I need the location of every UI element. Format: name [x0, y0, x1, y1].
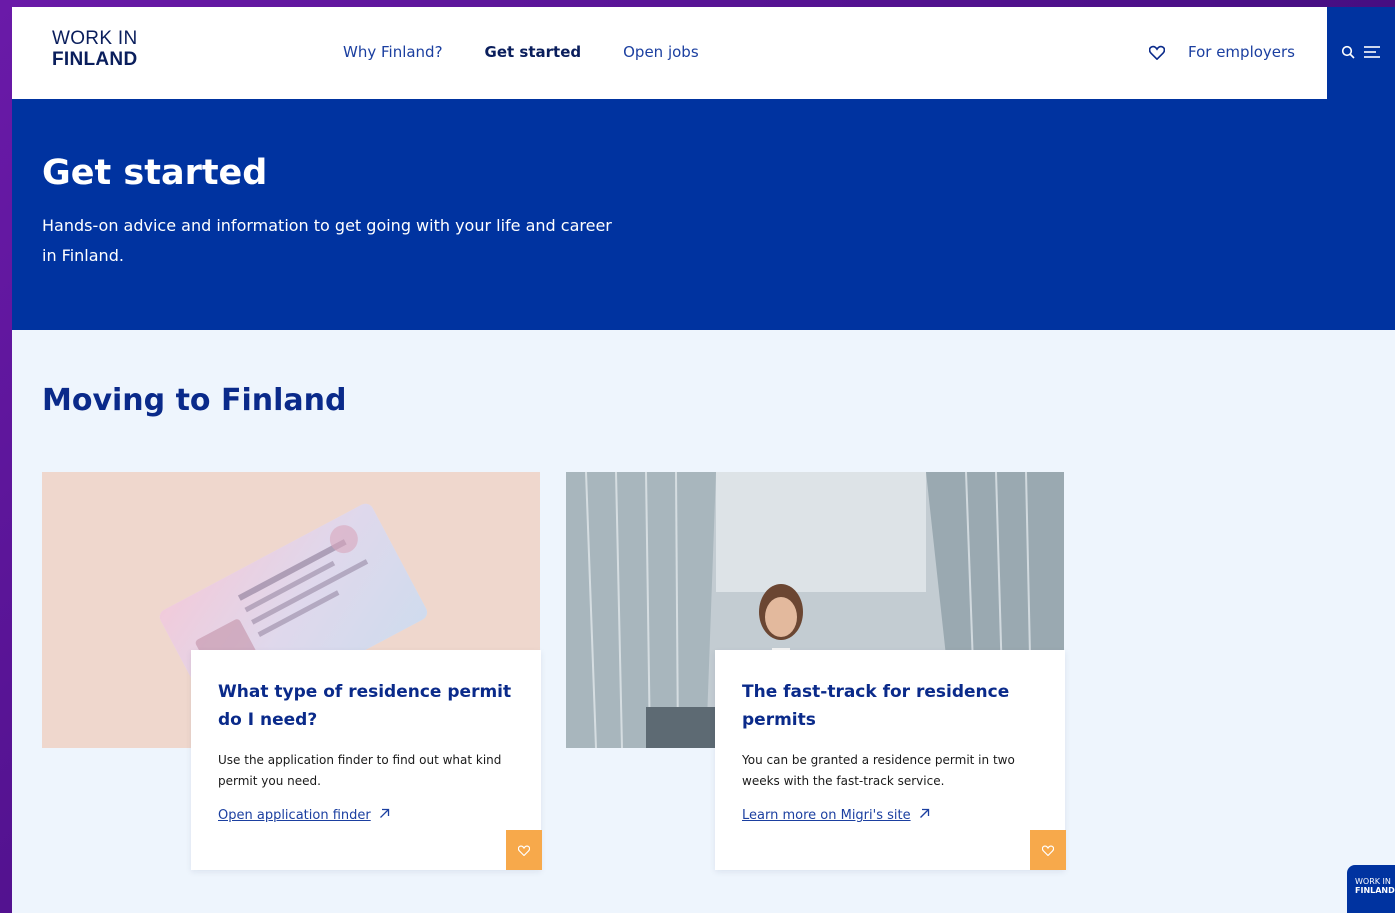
link-label: Open application finder	[218, 808, 371, 823]
residence-permit-card: What type of residence permit do I need?…	[191, 650, 542, 870]
nav-link-get-started[interactable]: Get started	[485, 43, 582, 61]
search-menu-button[interactable]	[1327, 7, 1395, 99]
badge-line-1: WORK IN	[1355, 877, 1391, 886]
heart-icon	[1041, 841, 1055, 860]
save-favorite-button[interactable]	[1030, 830, 1066, 870]
search-icon	[1341, 44, 1355, 63]
page-viewport: WORK IN FINLAND Why Finland? Get started…	[12, 7, 1395, 913]
floating-logo-badge[interactable]: WORK IN FINLAND	[1347, 865, 1395, 913]
site-header: WORK IN FINLAND Why Finland? Get started…	[12, 7, 1395, 99]
heart-outline-icon[interactable]	[1148, 43, 1166, 61]
nav-link-open-jobs[interactable]: Open jobs	[623, 43, 699, 61]
card-description: Use the application finder to find out w…	[218, 753, 502, 788]
for-employers-link[interactable]: For employers	[1188, 43, 1295, 61]
link-label: Learn more on Migri's site	[742, 808, 911, 823]
heart-icon	[517, 841, 531, 860]
hero-banner: Get started Hands-on advice and informat…	[12, 99, 1395, 330]
learn-more-migri-link[interactable]: Learn more on Migri's site	[742, 808, 930, 823]
save-favorite-button[interactable]	[506, 830, 542, 870]
card-title[interactable]: What type of residence permit do I need?	[218, 678, 518, 734]
site-logo[interactable]: WORK IN FINLAND	[52, 29, 138, 69]
logo-line-1: WORK IN	[52, 28, 138, 49]
header-actions: For employers	[1148, 43, 1295, 61]
section-title: Moving to Finland	[42, 383, 347, 418]
card-description: You can be granted a residence permit in…	[742, 753, 1015, 788]
arrow-up-right-icon	[919, 808, 930, 823]
nav-link-why-finland[interactable]: Why Finland?	[343, 43, 443, 61]
page-title: Get started	[42, 153, 268, 193]
badge-line-2: FINLAND	[1355, 886, 1395, 895]
arrow-up-right-icon	[379, 808, 390, 823]
fast-track-card: The fast-track for residence permits You…	[715, 650, 1066, 870]
card-title[interactable]: The fast-track for residence permits	[742, 678, 1042, 734]
logo-line-2: FINLAND	[52, 49, 138, 70]
open-application-finder-link[interactable]: Open application finder	[218, 808, 390, 823]
menu-icon	[1363, 44, 1381, 63]
hero-description: Hands-on advice and information to get g…	[42, 216, 612, 265]
main-nav: Why Finland? Get started Open jobs	[343, 43, 699, 61]
